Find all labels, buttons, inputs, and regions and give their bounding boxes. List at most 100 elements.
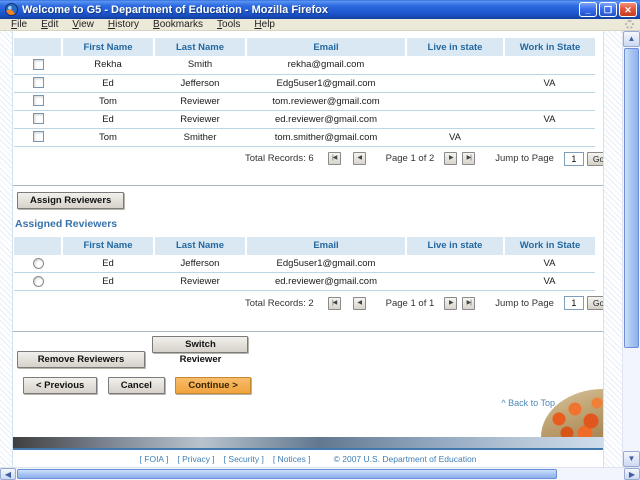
assigned-reviewers-heading: Assigned Reviewers — [15, 217, 118, 230]
footer-link-notices[interactable]: [ Notices ] — [273, 454, 311, 464]
previous-button[interactable]: < Previous — [23, 377, 98, 394]
gradient-bar — [13, 437, 603, 448]
menu-help[interactable]: Help — [247, 19, 282, 30]
row-radio[interactable] — [32, 257, 44, 269]
first-page-button[interactable]: |◀ — [327, 152, 341, 165]
select-cell — [14, 254, 62, 273]
cell-last: Jefferson — [154, 254, 246, 273]
last-page-button[interactable]: ▶| — [462, 152, 476, 165]
horizontal-scroll-thumb[interactable] — [17, 469, 557, 479]
column-header: Work in State — [504, 236, 595, 255]
title-bar: Welcome to G5 - Department of Education … — [0, 0, 640, 19]
next-page-button[interactable]: ▶ — [444, 152, 458, 165]
select-cell — [14, 56, 62, 75]
vertical-scroll-track[interactable] — [623, 47, 640, 451]
select-cell — [14, 128, 62, 147]
menu-bookmarks[interactable]: Bookmarks — [146, 19, 210, 30]
row-checkbox[interactable] — [32, 131, 44, 143]
cell-live — [406, 56, 504, 75]
cell-work: VA — [504, 254, 595, 273]
cell-live — [406, 254, 504, 273]
table-header-row: First Name Last Name Email Live in state… — [14, 236, 595, 255]
row-checkbox[interactable] — [32, 113, 44, 125]
minimize-button[interactable]: _ — [579, 2, 597, 17]
column-header: Live in state — [406, 236, 505, 255]
jump-to-page-input[interactable] — [563, 296, 584, 310]
cell-last: Smith — [154, 56, 246, 75]
cell-work — [504, 92, 595, 111]
column-header: First Name — [62, 38, 155, 56]
page-margin-right — [603, 31, 622, 467]
scroll-up-icon[interactable]: ▲ — [623, 31, 640, 47]
assign-reviewers-button[interactable]: Assign Reviewers — [17, 191, 125, 209]
scroll-down-icon[interactable]: ▼ — [623, 451, 640, 467]
cell-work — [504, 56, 595, 75]
row-checkbox[interactable] — [32, 59, 44, 71]
switch-reviewer-button[interactable]: Switch Reviewer — [152, 336, 249, 365]
menu-edit[interactable]: Edit — [34, 19, 65, 30]
jump-to-page-input[interactable] — [563, 151, 584, 166]
column-header: Live in state — [406, 38, 505, 56]
cell-email: Edg5user1@gmail.com — [246, 254, 406, 273]
cell-first: Ed — [62, 272, 154, 291]
footer-block: [ FOIA ] [ Privacy ] [ Security ] [ Noti… — [13, 437, 603, 467]
last-page-button[interactable]: ▶| — [462, 296, 476, 310]
cancel-button[interactable]: Cancel — [107, 377, 165, 394]
footer-link-security[interactable]: [ Security ] — [224, 454, 264, 464]
go-button[interactable]: Go — [586, 296, 603, 310]
back-to-top-link[interactable]: ^ Back to Top — [501, 398, 555, 408]
table-row: Rekha Smith rekha@gmail.com — [14, 56, 595, 75]
footer-link-privacy[interactable]: [ Privacy ] — [177, 454, 214, 464]
menu-bar: File Edit View History Bookmarks Tools H… — [0, 19, 640, 31]
page-margin-left — [0, 31, 13, 467]
assigned-pagination: Total Records: 2 |◀ ◀ Page 1 of 1 ▶ ▶| J… — [13, 291, 603, 315]
row-radio[interactable] — [32, 275, 44, 287]
menu-tools[interactable]: Tools — [210, 19, 247, 30]
menu-file[interactable]: File — [4, 19, 34, 30]
column-header: Email — [246, 38, 407, 56]
horizontal-scrollbar[interactable]: ◀ ▶ — [0, 467, 640, 480]
cell-work: VA — [504, 74, 595, 93]
row-checkbox[interactable] — [32, 77, 44, 89]
cell-email: rekha@gmail.com — [246, 56, 406, 75]
cell-email: tom.smither@gmail.com — [246, 128, 406, 147]
page-content: First Name Last Name Email Live in state… — [13, 31, 603, 467]
vertical-scroll-thumb[interactable] — [624, 48, 639, 348]
cell-live — [406, 74, 504, 93]
column-header: First Name — [62, 236, 155, 255]
next-page-button[interactable]: ▶ — [444, 296, 458, 310]
jump-to-page-label: Jump to Page — [495, 153, 554, 164]
select-column-header — [14, 38, 63, 56]
column-header: Email — [246, 236, 407, 255]
scroll-left-icon[interactable]: ◀ — [0, 468, 16, 480]
first-page-button[interactable]: |◀ — [327, 296, 341, 310]
column-header: Work in State — [504, 38, 595, 56]
menu-history[interactable]: History — [101, 19, 146, 30]
footer-link-foia[interactable]: [ FOIA ] — [140, 454, 169, 464]
horizontal-scroll-track[interactable] — [16, 468, 624, 480]
vertical-scrollbar[interactable]: ▲ ▼ — [622, 31, 640, 467]
go-button[interactable]: Go — [586, 151, 603, 166]
cell-live — [406, 92, 504, 111]
prev-page-button[interactable]: ◀ — [352, 296, 366, 310]
available-pagination: Total Records: 6 |◀ ◀ Page 1 of 2 ▶ ▶| J… — [13, 147, 603, 171]
cell-first: Ed — [62, 254, 154, 273]
window-title: Welcome to G5 - Department of Education … — [22, 3, 328, 16]
row-checkbox[interactable] — [32, 95, 44, 107]
close-button[interactable]: ✕ — [619, 2, 637, 17]
maximize-button[interactable]: ❐ — [599, 2, 617, 17]
footer-links-bar: [ FOIA ] [ Privacy ] [ Security ] [ Noti… — [13, 450, 603, 467]
continue-button[interactable]: Continue > — [175, 377, 251, 394]
page-label: Page 1 of 2 — [385, 153, 435, 164]
cell-live — [406, 272, 504, 291]
scroll-right-icon[interactable]: ▶ — [624, 468, 640, 480]
cell-first: Tom — [62, 92, 154, 111]
remove-reviewers-button[interactable]: Remove Reviewers — [17, 351, 145, 368]
prev-page-button[interactable]: ◀ — [352, 152, 366, 165]
firefox-icon — [5, 3, 18, 16]
cell-first: Rekha — [62, 56, 154, 75]
table-row: Tom Reviewer tom.reviewer@gmail.com — [14, 92, 595, 111]
cell-last: Reviewer — [154, 110, 246, 129]
select-column-header — [14, 236, 63, 255]
menu-view[interactable]: View — [65, 19, 101, 30]
